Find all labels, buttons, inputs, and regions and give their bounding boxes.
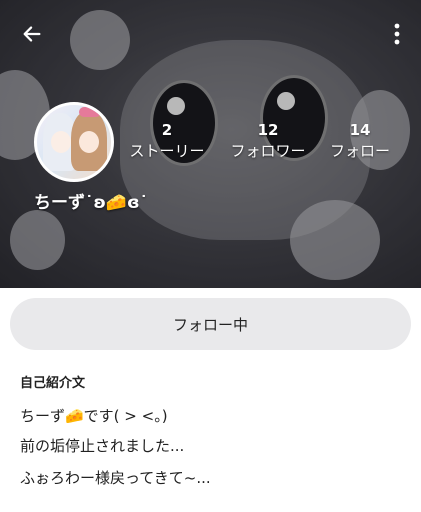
more-options-button[interactable] bbox=[385, 18, 409, 50]
stat-label: フォロー bbox=[329, 142, 390, 160]
stat-label: フォロワー bbox=[230, 142, 306, 160]
stat-count: 2 bbox=[161, 121, 173, 139]
profile-stats: 2 ストーリー 12 フォロワー 14 フォロー bbox=[0, 120, 421, 170]
stat-count: 14 bbox=[349, 121, 371, 139]
more-vertical-icon bbox=[394, 23, 400, 45]
stat-followers[interactable]: 12 フォロワー bbox=[225, 120, 311, 162]
following-button[interactable]: フォロー中 bbox=[10, 298, 411, 350]
bio-line: ふぉろわー様戻ってきて~... bbox=[20, 469, 211, 487]
arrow-left-icon bbox=[23, 26, 41, 42]
bio-line: 前の垢停止されました... bbox=[20, 437, 185, 455]
stat-following[interactable]: 14 フォロー bbox=[326, 120, 394, 162]
bio-title: 自己紹介文 bbox=[20, 376, 86, 391]
stat-label: ストーリー bbox=[129, 142, 205, 160]
stat-stories[interactable]: 2 ストーリー bbox=[126, 120, 208, 162]
stat-count: 12 bbox=[257, 121, 279, 139]
profile-header: 2 ストーリー 12 フォロワー 14 フォロー ちーず˙ʚ🧀ɞ˙ bbox=[0, 0, 421, 288]
username: ちーず˙ʚ🧀ɞ˙ bbox=[34, 193, 149, 213]
bio-line: ちーず🧀です( > <。) bbox=[20, 407, 168, 425]
back-button[interactable] bbox=[16, 18, 48, 50]
